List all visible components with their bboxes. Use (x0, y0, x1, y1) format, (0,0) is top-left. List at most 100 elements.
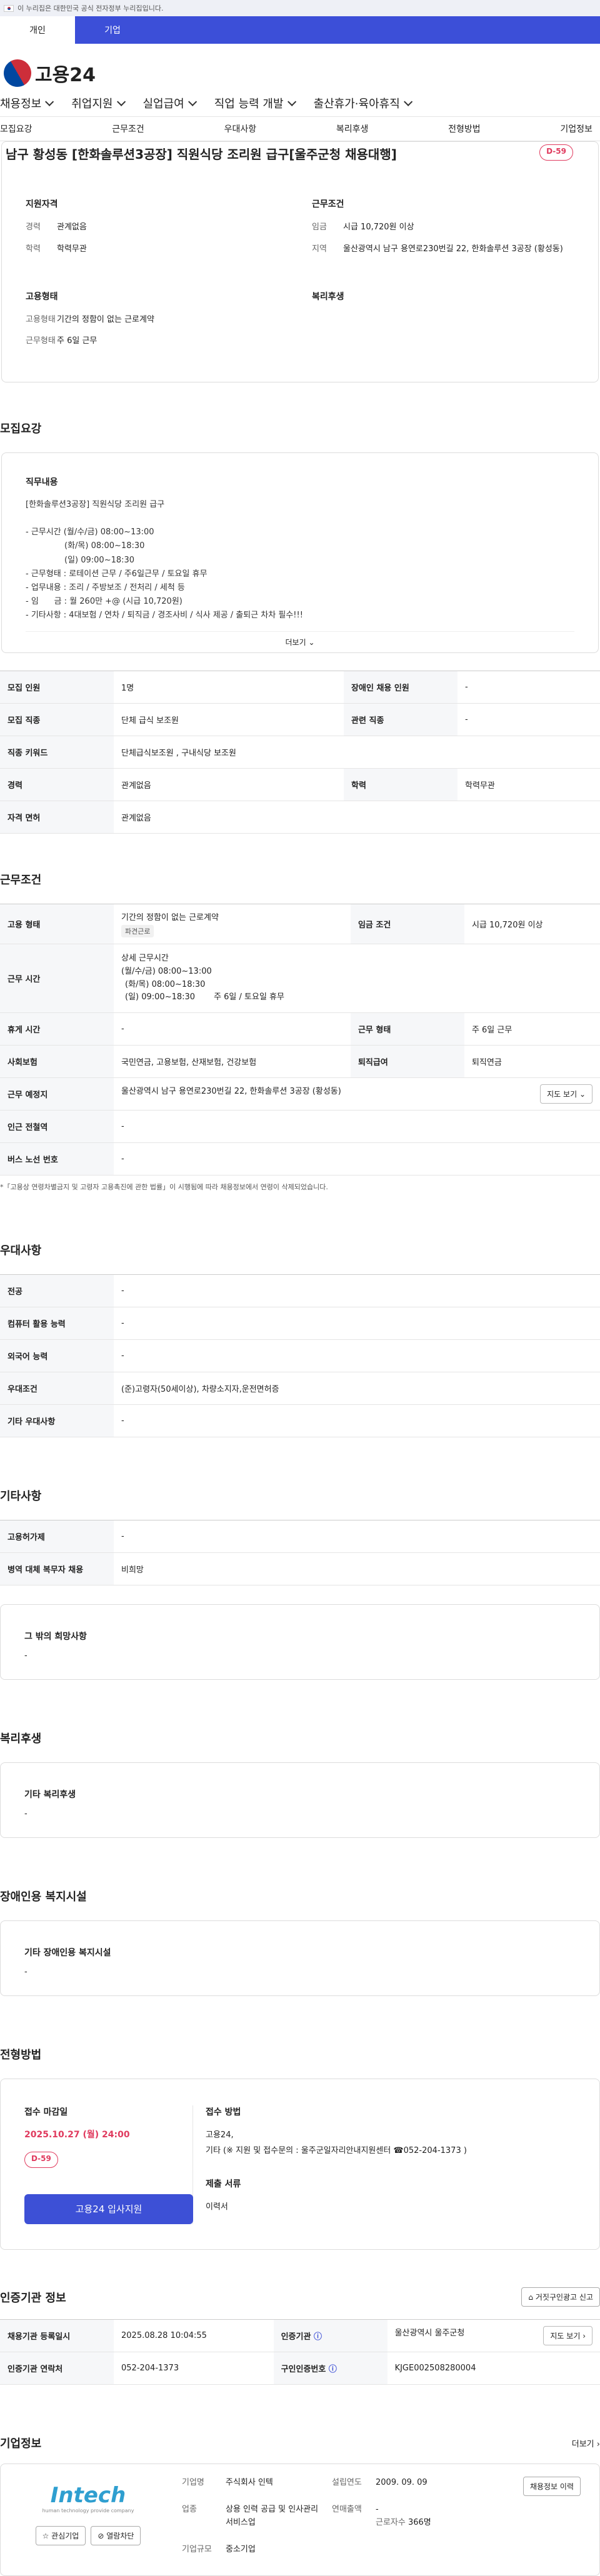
wish-value: - (24, 1651, 28, 1661)
apply-box: 접수 마감일 2025.10.27 (월) 24:00 D-59 고용24 입사… (0, 2079, 600, 2250)
cell: 시급 10,720원 이상 (464, 904, 600, 945)
nav-employment-support[interactable]: 취업지원 (71, 95, 122, 111)
emp-value: 기간의 정함이 없는 근로계약 (121, 913, 219, 923)
star-icon: ☆ (42, 2532, 49, 2541)
work-table: 고용 형태 기간의 정함이 없는 근로계약 파견근로 임금 조건 시급 10,720원 … (0, 904, 600, 1176)
label: 연매출액 (332, 2505, 362, 2515)
section-title-company: 기업정보 (0, 2437, 42, 2451)
cell: 외국어 능력 (0, 1339, 114, 1373)
map-button[interactable]: 지도 보기 ⌄ (540, 1084, 592, 1104)
section-tab-recruit[interactable]: 모집요강 (0, 122, 32, 135)
table-row: 사회보험 국민연금, 고용보험, 산재보험, 건강보험 퇴직급여 퇴직연금 (0, 1045, 600, 1079)
cell: 2025.08.28 10:04:55 (114, 2319, 274, 2353)
apply-button[interactable]: 고용24 입사지원 (24, 2194, 193, 2225)
nav-unemployment-benefit[interactable]: 실업급여 (143, 95, 194, 111)
dday-badge: D-59 (539, 144, 573, 161)
cell: 052-204-1373 (114, 2352, 274, 2385)
nav-job-info[interactable]: 채용정보 (0, 95, 51, 111)
section-tab-process[interactable]: 전형방법 (448, 122, 481, 135)
map-button[interactable]: 지도 보기 › (543, 2326, 592, 2346)
nav-job-training[interactable]: 직업 능력 개발 (214, 95, 294, 111)
section-tab-company[interactable]: 기업정보 (560, 122, 592, 135)
cell: 울산광역시 울주군청 지도 보기 › (387, 2319, 600, 2353)
table-row: 우대조건 (준)고령자(50세이상), 차량소지자,운전면허증 (0, 1372, 600, 1405)
job-description-box: 직무내용 [한화솔루션3공장] 직원식당 조리원 급구 - 근무시간 (월/수/… (1, 452, 599, 654)
section-tab-welfare[interactable]: 복리후생 (336, 122, 369, 135)
section-title-work: 근무조건 (0, 874, 42, 887)
info-icon[interactable]: ⓘ (329, 2365, 337, 2374)
block-icon: ⊘ (98, 2532, 104, 2541)
label: 근로자수 (376, 2517, 406, 2527)
report-button[interactable]: ⌂ 거짓구인광고 신고 (521, 2287, 600, 2307)
summary-req-title: 지원자격 (26, 199, 58, 209)
section-title-disabled: 장애인용 복지시설 (0, 1890, 87, 1904)
cell: KJGE002508280004 (387, 2352, 600, 2385)
fav-label: 관심기업 (51, 2532, 79, 2541)
more-button[interactable]: 더보기 ⌄ (26, 631, 574, 652)
welfare-box: 기타 복리후생 - (0, 1762, 600, 1839)
cell: 비희망 (114, 1552, 600, 1586)
cell: 인증기관 연락처 (0, 2352, 114, 2385)
info-icon[interactable]: ⓘ (314, 2332, 322, 2342)
doc-label: 제출 서류 (206, 2179, 241, 2190)
company-name: 주식회사 인텍 (226, 2478, 273, 2488)
tag: 파견근로 (121, 925, 154, 938)
tab-company[interactable]: 기업 (75, 16, 150, 44)
cert-table: 채용기관 등록일시 2025.08.28 10:04:55 인증기관 ⓘ 울산광역시 … (0, 2319, 600, 2385)
etc-table: 고용허가제 - 병역 대체 복무자 채용 비희망 (0, 1520, 600, 1586)
cell: 근무 형태 (350, 1012, 464, 1046)
cell: - (114, 1012, 351, 1046)
age-note: *「고용상 연령차별금지 및 고령자 고용촉진에 관한 법률」이 시행됨에 따라… (0, 1183, 328, 1192)
cell: 상세 근무시간 (월/수/금) 08:00~13:00 (화/목) 08:00~18… (114, 944, 600, 1014)
label: 구인인증번호 (281, 2365, 326, 2375)
label: 학력 (26, 244, 41, 254)
company-card: Intech human technology provide company … (0, 2464, 600, 2576)
report-label: 거짓구인광고 신고 (535, 2293, 593, 2302)
section-title-etc: 기타사항 (0, 1490, 42, 1504)
job-summary-card: 남구 황성동 [한화솔루션3공장] 직원식당 조리원 급구[울주군청 채용대행]… (1, 141, 599, 383)
block-label: 열람차단 (106, 2532, 134, 2541)
place-value: 울산광역시 남구 용연로230번길 22, 한화솔루션 3공장 (황성동) (121, 1087, 341, 1097)
summary-emp-title: 고용형태 (26, 291, 58, 302)
cell: 사회보험 (0, 1045, 114, 1079)
logo-sub: human technology provide company (42, 2508, 134, 2514)
cell: 인근 전철역 (0, 1110, 114, 1144)
cell: 컴퓨터 활용 능력 (0, 1307, 114, 1340)
company-more-link[interactable]: 더보기 › (572, 2437, 600, 2449)
biz-value: 상용 인력 공급 및 인사관리 서비스업 (226, 2505, 319, 2527)
cell: 직종 키워드 (0, 736, 114, 769)
section-tab-work[interactable]: 근무조건 (112, 122, 144, 135)
job-desc-label: 직무내용 (26, 477, 58, 488)
cell: 경력 (0, 768, 114, 802)
cell: 버스 노선 번호 (0, 1142, 114, 1176)
cell: 학력무관 (458, 768, 600, 802)
tab-personal[interactable]: 개인 (0, 16, 75, 44)
block-button[interactable]: ⊘ 열람차단 (91, 2526, 141, 2546)
site-logo[interactable]: 고용24 (0, 54, 600, 92)
size-value: 중소기업 (226, 2544, 256, 2554)
prefer-table: 전공 - 컴퓨터 활용 능력 - 외국어 능력 - 우대조건 (준)고령자(50세이상)… (0, 1274, 600, 1438)
pay-value: 시급 10,720원 이상 (343, 222, 414, 232)
disabled-label: 기타 장애인용 복지시설 (24, 1948, 111, 1959)
cell: 모집 직종 (0, 703, 114, 737)
nav-leave[interactable]: 출산휴가·육아휴직 (314, 95, 410, 111)
cell: - (114, 1520, 600, 1554)
welfare-label: 기타 복리후생 (24, 1790, 76, 1800)
time-line: (화/목) 08:00~18:30 (125, 979, 206, 989)
label: 지역 (312, 244, 327, 254)
cell: - (114, 1307, 600, 1340)
cell: 학력 (344, 768, 458, 802)
section-tab-prefer[interactable]: 우대사항 (224, 122, 257, 135)
deadline-label: 접수 마감일 (24, 2107, 68, 2118)
cell: - (458, 671, 600, 704)
summary-welfare-title: 복리후생 (312, 291, 344, 302)
cell: 기간의 정함이 없는 근로계약파견근로 (114, 904, 351, 945)
doc-value: 이력서 (206, 2202, 228, 2212)
cell: 관계없음 (114, 768, 344, 802)
logo-text: 고용24 (35, 64, 96, 86)
cell: 관련 직종 (344, 703, 458, 737)
favorite-button[interactable]: ☆ 관심기업 (35, 2526, 86, 2546)
label: 근무형태 (26, 336, 56, 346)
gov-banner: 이 누리집은 대한민국 공식 전자정부 누리집입니다. (0, 0, 600, 16)
job-history-button[interactable]: 채용정보 이력 (522, 2477, 581, 2497)
